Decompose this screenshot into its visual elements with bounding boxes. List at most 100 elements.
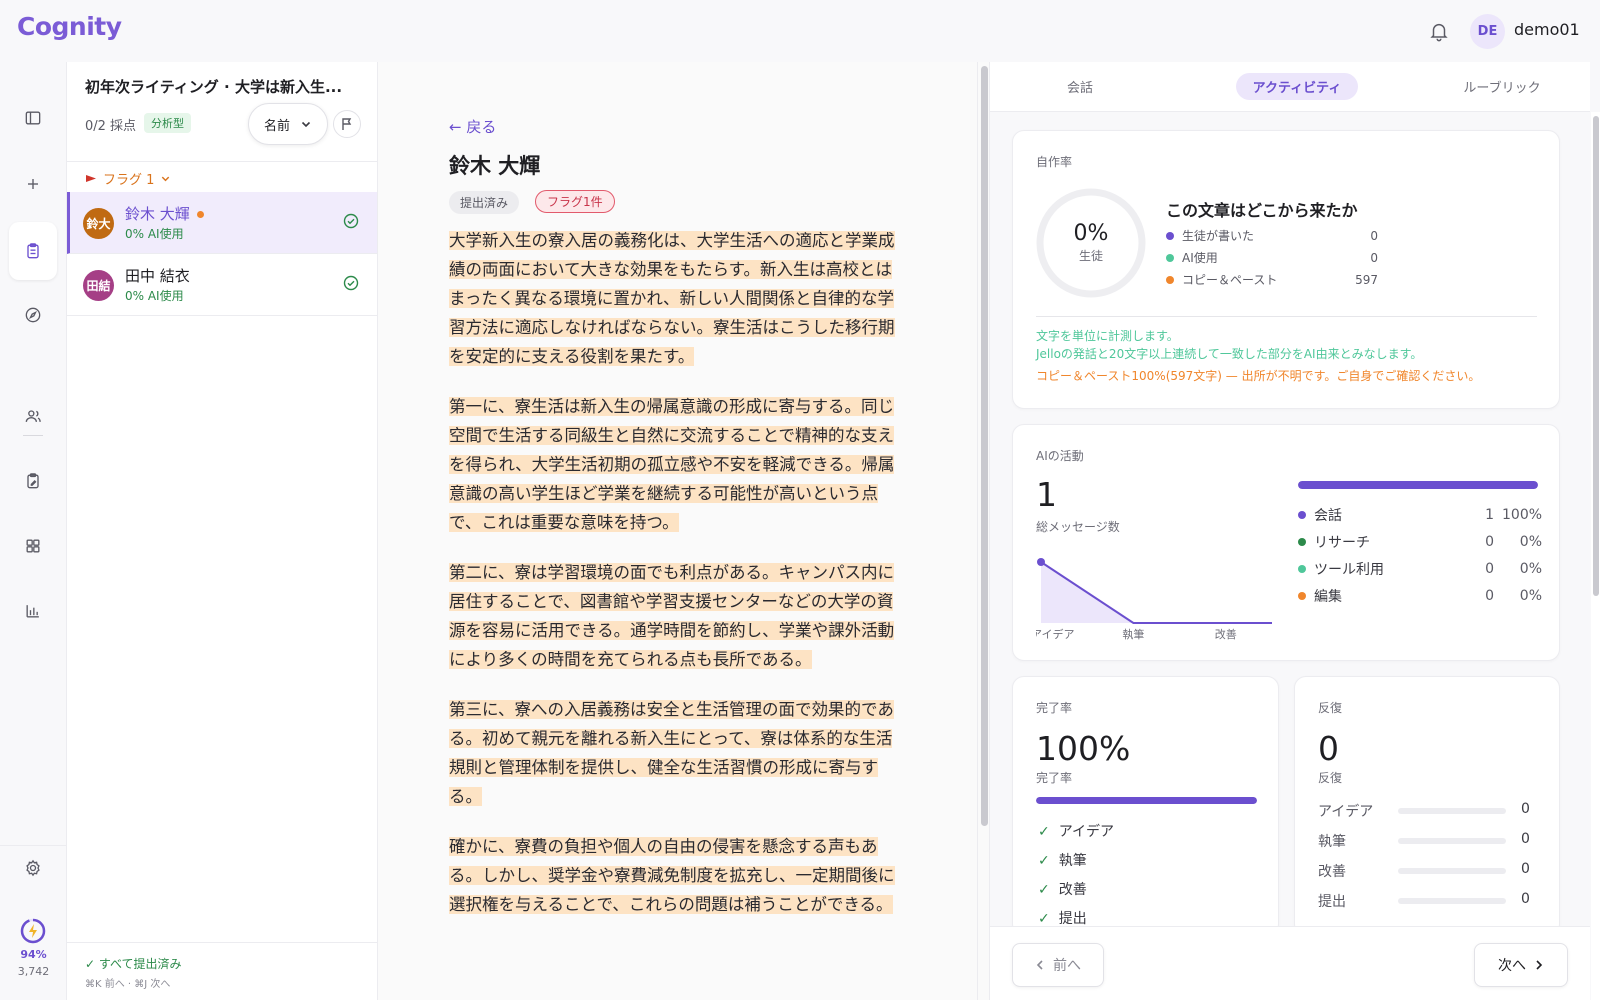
chevron-down-icon bbox=[162, 176, 170, 182]
activity-label: リサーチ bbox=[1314, 535, 1370, 551]
flag-group-label: フラグ 1 bbox=[103, 173, 155, 188]
authorship-percent: 0% bbox=[1073, 221, 1109, 246]
compass-icon[interactable] bbox=[14, 296, 52, 334]
copy-paste-highlight[interactable]: 大学新入生の寮入居の義務化は、大学生活への適応と学業成績の両面において大きな効果… bbox=[449, 231, 895, 366]
source-legend-row: 生徒が書いた 0 bbox=[1166, 227, 1378, 244]
completion-bar bbox=[1036, 797, 1257, 804]
prev-label: 前へ bbox=[1053, 958, 1081, 974]
iteration-label: 反復 bbox=[1318, 701, 1343, 715]
essay-paragraph: 第一に、寮生活は新入生の帰属意識の形成に寄与する。同じ空間で生活する同級生と自然… bbox=[449, 392, 901, 537]
back-link[interactable]: ← 戻る bbox=[449, 116, 496, 137]
left-rail: 94% 3,742 bbox=[0, 62, 67, 1000]
sort-label: 名前 bbox=[263, 118, 290, 134]
analysis-scrollbar[interactable] bbox=[1591, 112, 1600, 1000]
student-list-panel: 初年次ライティング · 大学は新入生... 0/2 採点 分析型 名前 フラグ … bbox=[67, 62, 378, 1000]
activity-row: ツール利用 0 0% bbox=[1298, 559, 1542, 579]
measurement-note: 文字を単位に計測します。 bbox=[1036, 329, 1179, 343]
sidebar-toggle-icon[interactable] bbox=[14, 99, 52, 137]
iteration-row: 提出 0 bbox=[1318, 891, 1534, 911]
chart-x-label: アイデア bbox=[1036, 627, 1074, 640]
analysis-scrollbar-thumb[interactable] bbox=[1593, 116, 1599, 596]
activity-dot bbox=[1298, 565, 1306, 573]
sort-dropdown[interactable]: 名前 bbox=[248, 103, 328, 145]
legend-label: コピー＆ペースト bbox=[1182, 273, 1278, 287]
iteration-row-bar bbox=[1398, 868, 1506, 874]
student-name: 鈴木 大輝 bbox=[125, 205, 190, 223]
flag-group-toggle[interactable]: フラグ 1 bbox=[85, 169, 171, 188]
ai-message-total: 1 bbox=[1036, 475, 1057, 514]
clipboard-icon[interactable] bbox=[9, 222, 57, 280]
iteration-row-value: 0 bbox=[1521, 891, 1530, 907]
activity-dot bbox=[1298, 511, 1306, 519]
completion-step-label: 執筆 bbox=[1058, 853, 1087, 869]
chevron-left-icon bbox=[1036, 960, 1043, 970]
check-icon: ✓ bbox=[1038, 824, 1050, 840]
copy-paste-highlight[interactable]: 第一に、寮生活は新入生の帰属意識の形成に寄与する。同じ空間で生活する同級生と自然… bbox=[449, 397, 895, 532]
user-name[interactable]: demo01 bbox=[1514, 20, 1580, 39]
essay-scrollbar[interactable] bbox=[977, 62, 989, 1000]
legend-value: 597 bbox=[1355, 272, 1378, 287]
copy-paste-highlight[interactable]: 第二に、寮は学習環境の面でも利点がある。キャンパス内に居住することで、図書館や学… bbox=[449, 563, 895, 669]
student-avatar: 鈴大 bbox=[83, 208, 114, 239]
tab-rubric[interactable]: ルーブリック bbox=[1447, 73, 1557, 100]
check-icon: ✓ bbox=[1038, 882, 1050, 898]
student-ai-usage: 0% AI使用 bbox=[125, 289, 184, 303]
gear-icon[interactable] bbox=[14, 849, 52, 887]
list-footer-divider bbox=[67, 942, 378, 943]
unread-dot bbox=[197, 211, 204, 218]
activity-count: 0 bbox=[1485, 588, 1494, 604]
legend-dot bbox=[1166, 231, 1174, 240]
iteration-row-value: 0 bbox=[1521, 831, 1530, 847]
authorship-divider bbox=[1036, 316, 1537, 317]
graded-count: 0/2 採点 bbox=[85, 119, 137, 134]
iteration-row-label: アイデア bbox=[1318, 804, 1374, 820]
completion-step-label: 提出 bbox=[1058, 911, 1087, 927]
copy-paste-highlight[interactable]: 確かに、寮費の負担や個人の自由の侵害を懸念する声もある。しかし、奨学金や寮費減免… bbox=[449, 837, 895, 914]
check-icon: ✓ bbox=[1038, 911, 1050, 927]
usage-count: 3,742 bbox=[17, 965, 50, 978]
copy-paste-warning: コピー＆ペースト100%(597文字) — 出所が不明です。ご自身でご確認くださ… bbox=[1036, 369, 1481, 383]
completion-step-label: 改善 bbox=[1058, 882, 1087, 898]
app-logo[interactable]: Cognity bbox=[17, 12, 122, 41]
legend-label: 生徒が書いた bbox=[1182, 229, 1255, 243]
student-row[interactable]: 鈴大 鈴木 大輝 0% AI使用 bbox=[67, 192, 377, 254]
student-row[interactable]: 田結 田中 結衣 0% AI使用 bbox=[67, 254, 377, 316]
chevron-right-icon bbox=[1536, 960, 1543, 970]
prev-button[interactable]: 前へ bbox=[1012, 943, 1104, 987]
essay-scrollbar-thumb[interactable] bbox=[981, 66, 988, 826]
iteration-row-value: 0 bbox=[1521, 861, 1530, 877]
ai-activity-label: AIの活動 bbox=[1036, 449, 1084, 463]
essay-panel: ← 戻る 鈴木 大輝 提出済み フラグ1件 大学新入生の寮入居の義務化は、大学生… bbox=[378, 62, 977, 1000]
chart-x-label: 執筆 bbox=[1122, 627, 1144, 640]
clipboard-edit-icon[interactable] bbox=[14, 462, 52, 500]
activity-percent: 100% bbox=[1502, 507, 1543, 523]
ai-detection-note: Jelloの発話と20文字以上連続して一致した部分をAI由来とみなします。 bbox=[1036, 347, 1423, 361]
next-button[interactable]: 次へ bbox=[1474, 943, 1568, 987]
iteration-row-bar bbox=[1398, 898, 1506, 904]
flag-count-badge[interactable]: フラグ1件 bbox=[535, 190, 615, 213]
user-avatar[interactable]: DE bbox=[1470, 14, 1505, 49]
flag-icon bbox=[342, 118, 352, 130]
usage-power-icon[interactable] bbox=[20, 918, 46, 944]
authorship-label: 自作率 bbox=[1036, 155, 1073, 169]
chart-point bbox=[1037, 558, 1045, 566]
activity-count: 0 bbox=[1485, 561, 1494, 577]
bell-icon[interactable] bbox=[1428, 20, 1450, 42]
plus-icon[interactable] bbox=[14, 165, 52, 203]
bar-chart-icon[interactable] bbox=[14, 592, 52, 630]
ai-activity-chart: アイデア 執筆 改善 bbox=[1036, 558, 1272, 640]
users-icon[interactable] bbox=[14, 397, 52, 435]
flag-filter-button[interactable] bbox=[333, 110, 361, 138]
essay-paragraph: 確かに、寮費の負担や個人の自由の侵害を懸念する声もある。しかし、奨学金や寮費減免… bbox=[449, 832, 901, 919]
completion-value: 100% bbox=[1036, 729, 1131, 768]
iteration-row: 執筆 0 bbox=[1318, 831, 1534, 851]
tab-conversation[interactable]: 会話 bbox=[1040, 73, 1120, 100]
copy-paste-highlight[interactable]: 第三に、寮への入居義務は安全と生活管理の面で効果的である。初めて親元を離れる新入… bbox=[449, 700, 894, 806]
analysis-tabs: 会話 アクティビティ ルーブリック bbox=[990, 62, 1590, 112]
legend-dot bbox=[1166, 253, 1174, 262]
tab-activity[interactable]: アクティビティ bbox=[1236, 73, 1358, 100]
student-avatar: 田結 bbox=[83, 270, 114, 301]
grid-icon[interactable] bbox=[14, 527, 52, 565]
completion-step: ✓ アイデア bbox=[1038, 821, 1114, 841]
rail-divider bbox=[23, 435, 43, 436]
